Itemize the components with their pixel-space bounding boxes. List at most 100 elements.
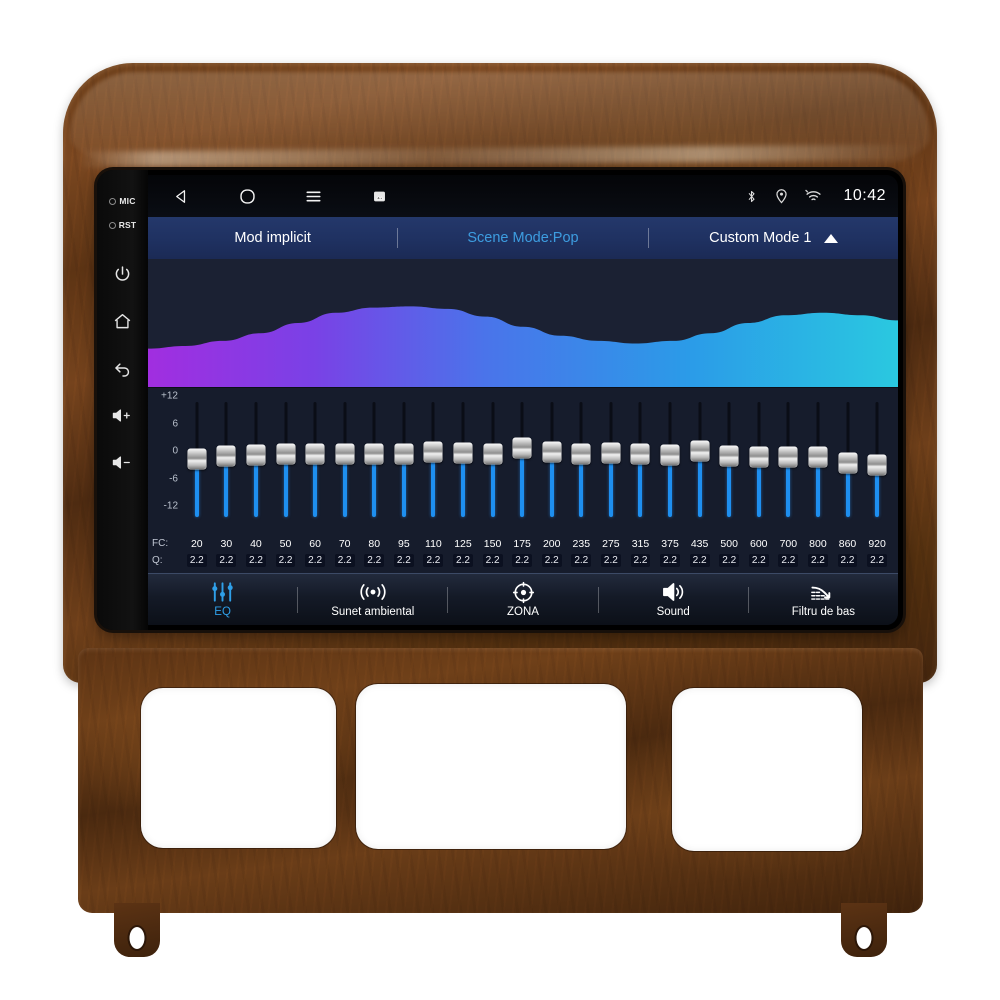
wood-trim-lower — [78, 648, 923, 957]
eq-slider-knob[interactable] — [660, 444, 680, 466]
q-value: 2.2 — [478, 554, 508, 567]
head-unit: MIC RST 10:42 Mod implicit Scene Mode:Po… — [97, 170, 903, 630]
speaker-icon — [661, 581, 686, 603]
db-tick-6: 6 — [172, 418, 178, 429]
fc-value: 110 — [425, 537, 442, 550]
custom-mode-label: Custom Mode 1 — [709, 230, 812, 246]
nav-home-icon[interactable] — [234, 183, 260, 209]
location-icon — [775, 188, 788, 204]
android-status-bar: 10:42 — [148, 175, 898, 217]
screenshot-root: MIC RST 10:42 Mod implicit Scene Mode:Po… — [0, 0, 1000, 1000]
eq-slider-knob[interactable] — [216, 445, 236, 467]
fc-value: 500 — [720, 537, 738, 550]
frequency-value-rows: FC: 20 30 40 50 60 70 80 95 110 125 150 175 200 235 27… — [148, 535, 898, 569]
eq-slider-knob[interactable] — [719, 445, 739, 467]
home-button[interactable] — [106, 304, 140, 338]
scene-mode-label: Scene Mode:Pop — [467, 230, 579, 246]
eq-slider-knob[interactable] — [335, 443, 355, 465]
reset-hole-dot[interactable] — [108, 221, 116, 229]
vent-cutout-left — [141, 688, 336, 848]
eq-slider-knob[interactable] — [778, 446, 798, 468]
fc-value: 275 — [602, 537, 620, 550]
back-button[interactable] — [106, 351, 140, 385]
eq-slider-knob[interactable] — [305, 443, 325, 465]
vent-cutout-right — [672, 688, 862, 851]
volume-down-button[interactable] — [106, 445, 140, 479]
equalizer-sliders-icon — [210, 581, 235, 603]
eq-slider-knob[interactable] — [364, 443, 384, 464]
tab-eq[interactable]: EQ — [148, 574, 297, 625]
nav-screenshot-icon[interactable] — [366, 183, 392, 209]
eq-slider-knob[interactable] — [246, 444, 266, 466]
q-row: Q: 2.2 2.2 2.2 2.2 2.2 2.2 2.2 2.2 2.2 2.2 2.2 2.2 2… — [148, 552, 898, 569]
tab-zone[interactable]: ZONA — [448, 574, 597, 625]
eq-slider-knob[interactable] — [187, 448, 207, 470]
db-tick--12: -12 — [163, 500, 178, 512]
q-value: 2.2 — [862, 554, 892, 567]
eq-slider-knob[interactable] — [423, 441, 443, 463]
eq-slider-knob[interactable] — [630, 443, 650, 465]
eq-slider-knob[interactable] — [808, 446, 828, 468]
fc-value: 150 — [483, 537, 502, 550]
q-value: 2.2 — [507, 554, 537, 567]
caret-up-icon[interactable] — [823, 233, 838, 243]
mic-label: MIC — [119, 196, 136, 206]
default-mode-label: Mod implicit — [234, 230, 311, 246]
eq-slider-knob[interactable] — [690, 440, 710, 462]
eq-slider-knob[interactable] — [512, 437, 532, 459]
scene-mode-button[interactable]: Scene Mode:Pop — [398, 217, 647, 259]
q-value: 2.2 — [626, 554, 656, 567]
nav-back-icon[interactable] — [168, 183, 194, 209]
fc-value: 60 — [309, 537, 321, 550]
eq-slider-knob[interactable] — [394, 443, 414, 464]
q-value: 2.2 — [714, 554, 744, 567]
tab-sound[interactable]: Sound — [599, 574, 748, 625]
q-value: 2.2 — [330, 554, 360, 567]
eq-slider-knob[interactable] — [483, 443, 503, 464]
fc-row-label: FC: — [152, 538, 169, 549]
nav-recents-icon[interactable] — [300, 183, 326, 209]
equalizer-panel: +12 6 0 -6 -12 FC: 20 30 40 50 60 70 80 95 110 125 150… — [148, 388, 898, 573]
mount-tab-right — [841, 903, 887, 957]
eq-slider-knob[interactable] — [276, 443, 296, 465]
default-mode-button[interactable]: Mod implicit — [148, 217, 397, 259]
status-clock: 10:42 — [843, 187, 886, 204]
eq-slider-knob[interactable] — [453, 442, 473, 464]
tab-surround-label: Sunet ambiental — [331, 606, 415, 618]
tab-zone-label: ZONA — [507, 606, 539, 618]
eq-curve-svg — [148, 306, 898, 387]
eq-slider-knob[interactable] — [838, 452, 857, 474]
fc-value: 80 — [368, 537, 381, 550]
fc-value: 20 — [190, 537, 203, 550]
reset-label: RST — [118, 220, 137, 230]
q-value: 2.2 — [182, 554, 212, 567]
mount-tab-left — [114, 903, 160, 957]
q-value: 2.2 — [685, 554, 715, 567]
q-value: 2.2 — [448, 554, 478, 567]
reset-pinhole[interactable]: RST — [108, 220, 137, 230]
q-value: 2.2 — [803, 554, 833, 567]
eq-slider-knob[interactable] — [571, 443, 591, 464]
eq-response-curve — [148, 259, 898, 388]
eq-slider-knob[interactable] — [749, 446, 769, 468]
q-value: 2.2 — [567, 554, 597, 567]
volume-up-button[interactable] — [106, 398, 140, 432]
fc-value: 235 — [572, 537, 591, 550]
q-value: 2.2 — [419, 554, 449, 567]
fc-value: 600 — [750, 537, 768, 550]
eq-slider-knob[interactable] — [601, 442, 621, 464]
q-value: 2.2 — [359, 554, 389, 567]
eq-slider-knob[interactable] — [542, 441, 562, 463]
eq-slider-knob[interactable] — [867, 454, 887, 476]
power-button[interactable] — [106, 257, 140, 291]
tab-surround[interactable]: Sunet ambiental — [298, 574, 447, 625]
custom-mode-button[interactable]: Custom Mode 1 — [649, 217, 898, 259]
bluetooth-icon — [745, 189, 758, 204]
bass-filter-icon — [810, 581, 836, 603]
bottom-tab-bar[interactable]: EQ Sunet ambiental ZONA Sound Filtru de bas — [148, 573, 898, 625]
vent-cutout-center — [356, 684, 626, 849]
q-value: 2.2 — [774, 554, 804, 567]
q-row-label: Q: — [152, 555, 163, 566]
tab-eq-label: EQ — [214, 606, 231, 618]
tab-bass-filter[interactable]: Filtru de bas — [749, 574, 898, 625]
